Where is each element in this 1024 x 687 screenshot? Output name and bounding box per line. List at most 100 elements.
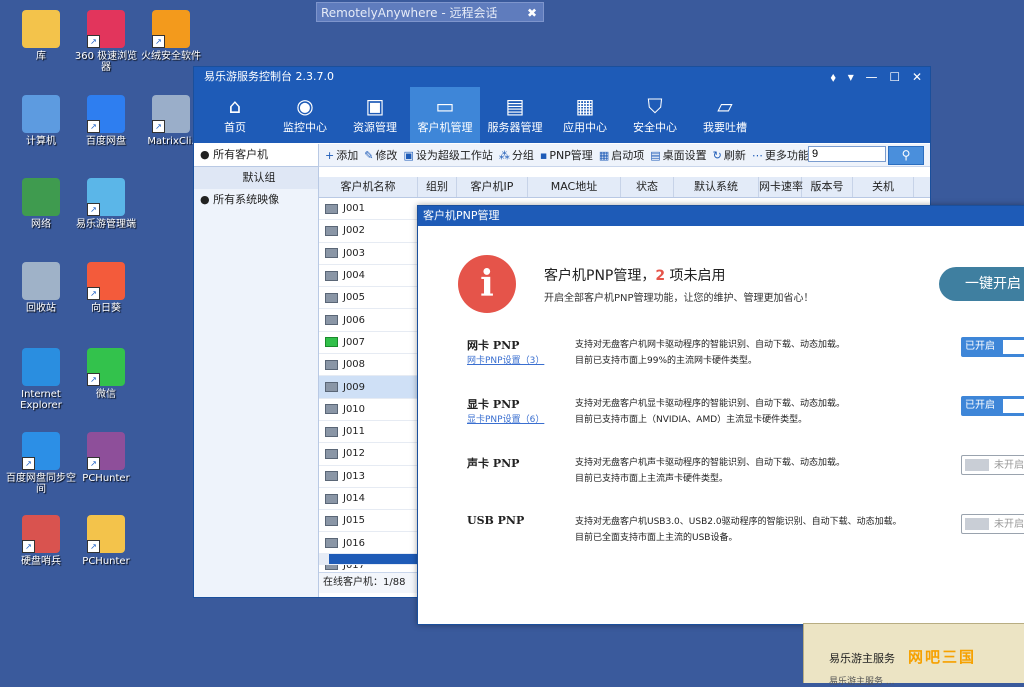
pnp-settings-link[interactable]: 网卡PNP设置（3） [467,353,544,366]
pnp-dialog-title[interactable]: 客户机PNP管理 [418,206,1024,226]
computer-icon [325,315,338,326]
client-table-header: 客户机名称 组别 客户机IP MAC地址 状态 默认系统 网卡速率 版本号 关机 [319,177,930,198]
nav-item-0[interactable]: ⌂ 首页 [200,87,270,143]
table-row[interactable]: J014 [319,488,417,511]
console-title-bar[interactable]: 易乐游服务控制台 2.3.7.0 ⬧ ▾ — ☐ ✕ [194,67,930,87]
table-row[interactable]: J002 [319,220,417,243]
desktop-icon-xiangrikui[interactable]: ↗ 向日葵 [70,262,142,314]
nav-item-4[interactable]: ▤ 服务器管理 [480,87,550,143]
nav-item-3[interactable]: ▭ 客户机管理 [410,87,480,143]
table-row[interactable]: J015 [319,510,417,533]
desktop-icon-wechat[interactable]: ↗ 微信 [70,348,142,400]
table-row[interactable]: J008 [319,354,417,377]
table-row[interactable]: J006 [319,309,417,332]
pnp-item-description: 支持对无盘客户机USB3.0、USB2.0驱动程序的智能识别、自动下载、动态加载… [575,514,902,546]
desktop-icon-baidu-sync[interactable]: ↗ 百度网盘同步空间 [5,432,77,495]
sunflower-icon: ↗ [87,262,125,300]
nav-label: 安全中心 [633,121,677,134]
table-row[interactable]: J004 [319,265,417,288]
desktop-icon-ie[interactable]: Internet Explorer [5,348,77,411]
column-header[interactable]: 状态 [621,177,674,197]
desktop-icon-yileyou-manager[interactable]: ↗ 易乐游管理端 [70,178,142,230]
computer-icon [325,203,338,214]
desktop-icon-recycle[interactable]: 回收站 [5,262,77,314]
column-header[interactable]: 客户机IP [457,177,528,197]
desktop-icon-network[interactable]: 网络 [5,178,77,230]
remote-session-bar[interactable]: RemotelyAnywhere - 远程会话 ✖ [316,2,544,22]
pnp-desc-line: 目前已支持市面上主流声卡硬件类型。 [575,474,729,484]
client-name: J006 [343,314,366,326]
desktop-icon-label: 微信 [96,389,116,400]
nav-item-6[interactable]: ⛉ 安全中心 [620,87,690,143]
pnp-toggle[interactable]: 已开启 [961,337,1024,357]
desktop-icon-360-browser[interactable]: ↗ 360 极速浏览器 [70,10,142,73]
table-row[interactable]: J013 [319,466,417,488]
sidebar-item-all-clients[interactable]: ● 所有客户机 [194,144,318,167]
column-header[interactable]: 版本号 [802,177,853,197]
nav-item-1[interactable]: ◉ 监控中心 [270,87,340,143]
sidebar-item-default-group[interactable]: 默认组 [194,167,318,189]
window-controls[interactable]: ⬧ ▾ — ☐ ✕ [831,67,927,87]
group-button[interactable]: ⁂ 分组 [499,147,534,163]
desktop-icon-baidu-disk[interactable]: ↗ 百度网盘 [70,95,142,147]
scrollbar-thumb[interactable] [329,554,417,564]
pnp-button[interactable]: ▪ PNP管理 [540,147,593,163]
sidebar-item-all-images[interactable]: ● 所有系统映像 [194,189,318,211]
pnp-desc-line: 支持对无盘客户机网卡驱动程序的智能识别、自动下载、动态加载。 [575,340,846,350]
shield-icon: ↗ [152,10,190,48]
nav-item-5[interactable]: ▦ 应用中心 [550,87,620,143]
table-row[interactable]: J001 [319,198,417,221]
enable-all-button[interactable]: 一键开启 [939,267,1024,301]
table-row[interactable]: J016 [319,532,417,555]
cloud-icon: ↗ [87,95,125,133]
column-header[interactable]: 客户机名称 [319,177,418,197]
pnp-settings-link[interactable]: 显卡PNP设置（6） [467,412,544,425]
remote-session-title: RemotelyAnywhere - 远程会话 [321,6,498,20]
desktop-settings-button[interactable]: ▤ 桌面设置 [650,147,706,163]
desktop-icon-pchunter2[interactable]: ↗ PCHunter [70,515,142,567]
pnp-toggle[interactable]: 已开启 [961,396,1024,416]
pnp-toggle[interactable]: 未开启 [961,455,1024,475]
desktop-icon-library[interactable]: 库 [5,10,77,62]
startup-button[interactable]: ▦ 启动项 [599,147,644,163]
desktop-icon-huorong[interactable]: ↗ 火绒安全软件 [135,10,207,62]
super-workstation-button[interactable]: ▣ 设为超级工作站 [403,147,492,163]
client-name: J010 [343,403,366,415]
edit-button[interactable]: ✎ 修改 [364,147,397,163]
pnp-toggle-label: 未开启 [994,460,1024,471]
nav-item-7[interactable]: ▱ 我要吐槽 [690,87,760,143]
desktop-icon-computer[interactable]: 计算机 [5,95,77,147]
computer-icon [325,493,338,504]
table-row[interactable]: J010 [319,399,417,421]
table-row[interactable]: J009 [319,376,417,399]
hdd-icon: ↗ [22,515,60,553]
add-button[interactable]: + 添加 [325,147,358,163]
table-row[interactable]: J005 [319,287,417,310]
desktop-icon-pchunter1[interactable]: ↗ PCHunter [70,432,142,484]
search-button[interactable]: ⚲ [888,146,924,165]
table-row[interactable]: J011 [319,421,417,444]
shortcut-arrow-icon: ↗ [87,287,100,300]
horizontal-scrollbar[interactable] [319,553,417,565]
shortcut-arrow-icon: ↗ [87,540,100,553]
nav-item-2[interactable]: ▣ 资源管理 [340,87,410,143]
table-row[interactable]: J007 [319,332,417,355]
pnp-toggle[interactable]: 未开启 [961,514,1024,534]
search-icon: ⚲ [901,148,911,162]
service-window[interactable]: 易乐游主服务 网吧三国 易乐游主服务 ... [803,623,1024,687]
table-row[interactable]: J003 [319,243,417,265]
column-header[interactable]: 关机 [853,177,914,197]
close-icon[interactable]: ✖ [527,3,537,23]
sync-icon: ↗ [22,432,60,470]
column-header[interactable]: 网卡速率 [759,177,803,197]
nav-label: 我要吐槽 [703,121,747,134]
table-row[interactable]: J012 [319,443,417,466]
pnp-toggle-label: 未开启 [994,519,1024,530]
refresh-button[interactable]: ↻ 刷新 [713,147,746,163]
column-header[interactable]: 组别 [418,177,457,197]
nav-icon: ▣ [365,94,385,118]
column-header[interactable]: 默认系统 [674,177,759,197]
desktop-icon-hdd[interactable]: ↗ 硬盘哨兵 [5,515,77,567]
column-header[interactable]: MAC地址 [528,177,621,197]
search-input[interactable] [808,146,886,162]
